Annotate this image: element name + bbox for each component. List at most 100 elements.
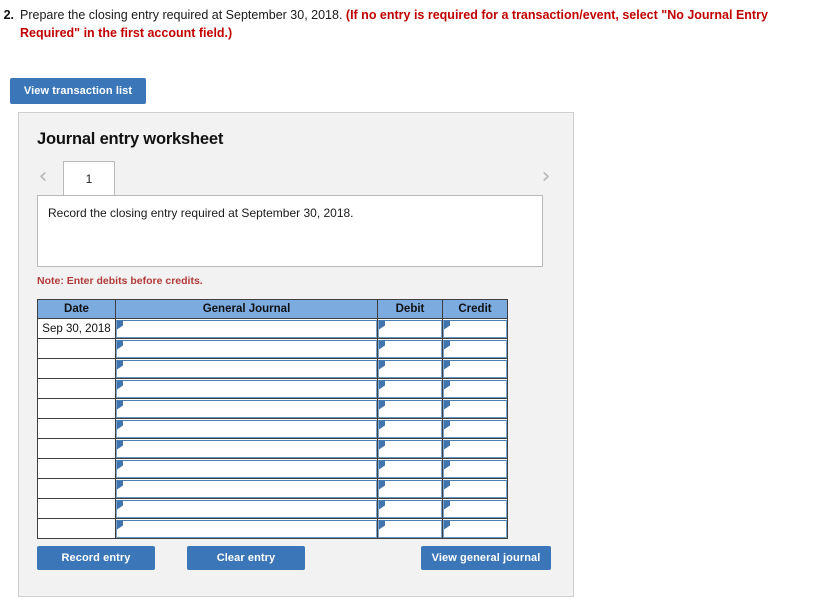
debit-input[interactable] xyxy=(378,339,442,358)
account-input[interactable] xyxy=(116,399,377,418)
credit-input[interactable] xyxy=(443,459,507,478)
journal-table-body: Sep 30, 2018 xyxy=(37,318,508,539)
credit-input[interactable] xyxy=(443,439,507,458)
table-row xyxy=(37,398,508,419)
column-header-general-journal: General Journal xyxy=(115,299,378,319)
debit-input[interactable] xyxy=(378,459,442,478)
table-row xyxy=(37,438,508,459)
debit-input[interactable] xyxy=(378,519,442,538)
tab-worksheet-1[interactable]: 1 xyxy=(63,161,115,195)
cell-credit-input[interactable] xyxy=(442,358,508,379)
cell-account-input[interactable] xyxy=(115,478,378,499)
view-general-journal-button[interactable]: View general journal xyxy=(421,546,551,570)
cell-credit-input[interactable] xyxy=(442,518,508,539)
credit-input[interactable] xyxy=(443,379,507,398)
cell-date[interactable]: Sep 30, 2018 xyxy=(37,318,116,339)
debit-input[interactable] xyxy=(378,439,442,458)
clear-entry-button[interactable]: Clear entry xyxy=(187,546,305,570)
cell-debit-input[interactable] xyxy=(377,478,443,499)
cell-date[interactable] xyxy=(37,478,116,499)
cell-account-input[interactable] xyxy=(115,438,378,459)
debit-input[interactable] xyxy=(378,419,442,438)
question-block: 2. Prepare the closing entry required at… xyxy=(0,6,812,42)
cell-account-input[interactable] xyxy=(115,398,378,419)
cell-debit-input[interactable] xyxy=(377,398,443,419)
cell-date[interactable] xyxy=(37,418,116,439)
cell-account-input[interactable] xyxy=(115,378,378,399)
cell-debit-input[interactable] xyxy=(377,418,443,439)
cell-account-input[interactable] xyxy=(115,518,378,539)
question-text-container: Prepare the closing entry required at Se… xyxy=(20,6,812,42)
account-input[interactable] xyxy=(116,439,377,458)
debit-input[interactable] xyxy=(378,319,442,338)
cell-date[interactable] xyxy=(37,398,116,419)
cell-date[interactable] xyxy=(37,438,116,459)
cell-debit-input[interactable] xyxy=(377,338,443,359)
debit-input[interactable] xyxy=(378,379,442,398)
chevron-right-icon[interactable]: › xyxy=(536,164,556,190)
table-row xyxy=(37,498,508,519)
instruction-box: Record the closing entry required at Sep… xyxy=(37,195,543,267)
view-transaction-list-button[interactable]: View transaction list xyxy=(10,78,146,104)
cell-debit-input[interactable] xyxy=(377,518,443,539)
cell-debit-input[interactable] xyxy=(377,378,443,399)
account-input[interactable] xyxy=(116,419,377,438)
cell-credit-input[interactable] xyxy=(442,458,508,479)
cell-date[interactable] xyxy=(37,338,116,359)
cell-credit-input[interactable] xyxy=(442,398,508,419)
cell-debit-input[interactable] xyxy=(377,438,443,459)
credit-input[interactable] xyxy=(443,399,507,418)
account-input[interactable] xyxy=(116,499,377,518)
cell-date[interactable] xyxy=(37,458,116,479)
cell-account-input[interactable] xyxy=(115,338,378,359)
table-row xyxy=(37,478,508,499)
chevron-left-icon[interactable]: ‹ xyxy=(33,164,53,190)
account-input[interactable] xyxy=(116,379,377,398)
cell-date[interactable] xyxy=(37,518,116,539)
cell-debit-input[interactable] xyxy=(377,498,443,519)
cell-debit-input[interactable] xyxy=(377,318,443,339)
account-input[interactable] xyxy=(116,459,377,478)
account-input[interactable] xyxy=(116,519,377,538)
cell-credit-input[interactable] xyxy=(442,478,508,499)
credit-input[interactable] xyxy=(443,519,507,538)
cell-date[interactable] xyxy=(37,378,116,399)
cell-debit-input[interactable] xyxy=(377,358,443,379)
table-row xyxy=(37,378,508,399)
cell-date[interactable] xyxy=(37,498,116,519)
question-number: 2. xyxy=(3,8,14,22)
account-input[interactable] xyxy=(116,359,377,378)
cell-account-input[interactable] xyxy=(115,418,378,439)
cell-account-input[interactable] xyxy=(115,318,378,339)
credit-input[interactable] xyxy=(443,419,507,438)
credit-input[interactable] xyxy=(443,339,507,358)
cell-debit-input[interactable] xyxy=(377,458,443,479)
credit-input[interactable] xyxy=(443,479,507,498)
account-input[interactable] xyxy=(116,319,377,338)
table-row xyxy=(37,358,508,379)
table-header-row: Date General Journal Debit Credit xyxy=(37,299,508,319)
debit-input[interactable] xyxy=(378,479,442,498)
cell-account-input[interactable] xyxy=(115,498,378,519)
cell-credit-input[interactable] xyxy=(442,418,508,439)
table-row xyxy=(37,518,508,539)
table-row xyxy=(37,418,508,439)
debit-input[interactable] xyxy=(378,499,442,518)
cell-credit-input[interactable] xyxy=(442,318,508,339)
credit-input[interactable] xyxy=(443,499,507,518)
cell-credit-input[interactable] xyxy=(442,378,508,399)
debit-input[interactable] xyxy=(378,359,442,378)
cell-credit-input[interactable] xyxy=(442,498,508,519)
cell-credit-input[interactable] xyxy=(442,338,508,359)
account-input[interactable] xyxy=(116,339,377,358)
record-entry-button[interactable]: Record entry xyxy=(37,546,155,570)
debit-input[interactable] xyxy=(378,399,442,418)
cell-date[interactable] xyxy=(37,358,116,379)
cell-credit-input[interactable] xyxy=(442,438,508,459)
credit-input[interactable] xyxy=(443,319,507,338)
cell-account-input[interactable] xyxy=(115,458,378,479)
worksheet-tab-bar: ‹ 1 › xyxy=(19,161,575,195)
credit-input[interactable] xyxy=(443,359,507,378)
cell-account-input[interactable] xyxy=(115,358,378,379)
account-input[interactable] xyxy=(116,479,377,498)
